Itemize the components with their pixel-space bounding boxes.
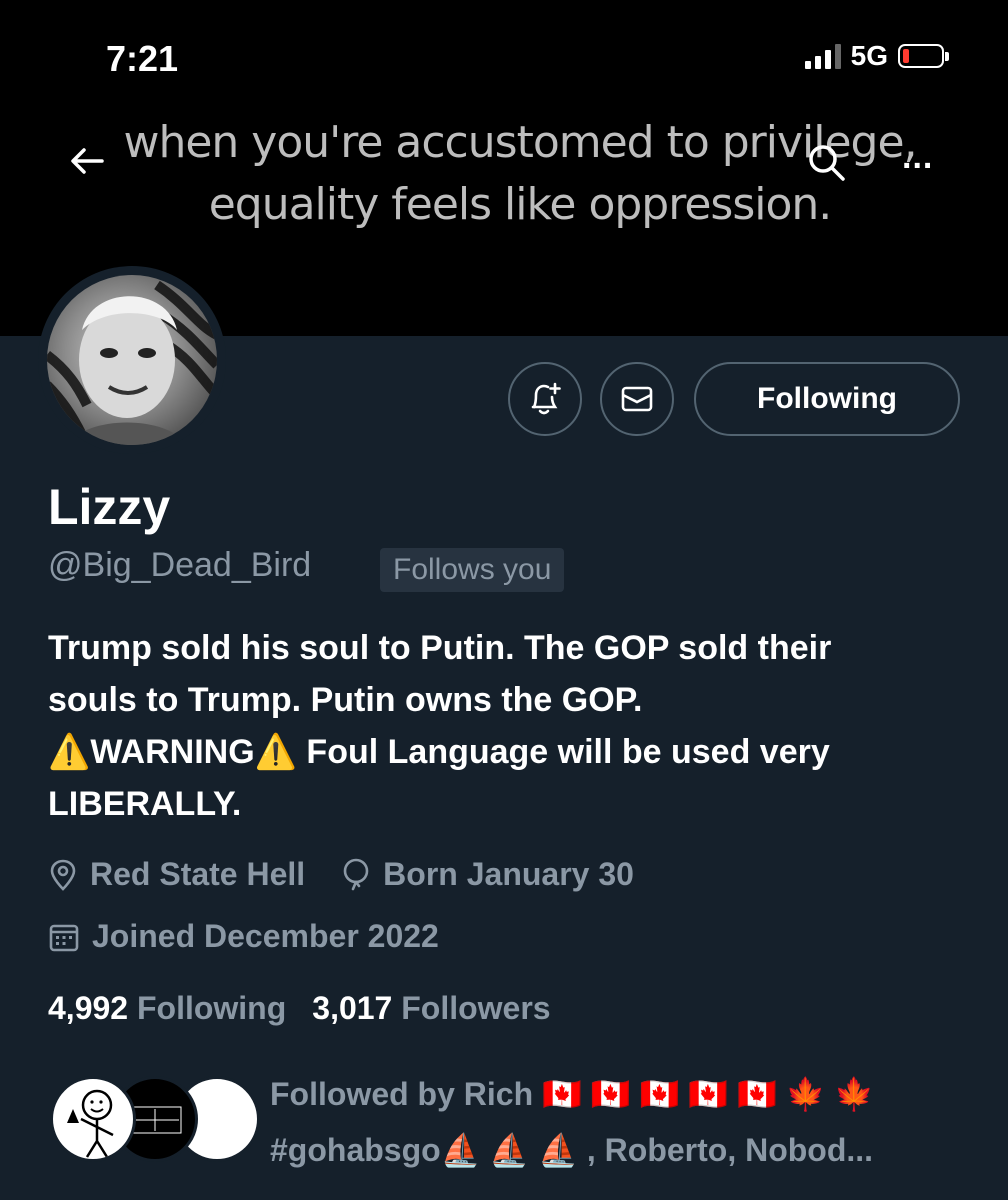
following-stat[interactable]: 4,992 Following bbox=[48, 990, 286, 1027]
notify-button[interactable] bbox=[508, 362, 582, 436]
banner-quote: when you're accustomed to privilege, equ… bbox=[120, 112, 920, 236]
profile-stats: 4,992 Following 3,017 Followers bbox=[48, 990, 551, 1027]
banner-quote-line1: when you're accustomed to privilege, bbox=[123, 117, 917, 168]
envelope-icon bbox=[621, 386, 653, 412]
joined-item: Joined December 2022 bbox=[48, 918, 439, 955]
search-icon bbox=[809, 145, 845, 181]
location-pin-icon bbox=[50, 859, 76, 891]
following-button[interactable]: Following bbox=[694, 362, 960, 436]
followed-by-line: Followed by Rich 🇨🇦 🇨🇦 🇨🇦 🇨🇦 🇨🇦 🍁 🍁 bbox=[270, 1076, 875, 1112]
bell-plus-icon bbox=[531, 382, 561, 415]
message-button[interactable] bbox=[600, 362, 674, 436]
profile-meta-row: Joined December 2022 bbox=[48, 918, 475, 955]
network-type: 5G bbox=[850, 40, 888, 71]
profile-name: Lizzy bbox=[48, 479, 171, 535]
signal-icon bbox=[804, 43, 841, 69]
followers-label: Followers bbox=[401, 990, 551, 1026]
status-time: 7:21 bbox=[106, 38, 179, 79]
banner-quote-line2: equality feels like oppression. bbox=[208, 179, 833, 230]
back-button[interactable] bbox=[64, 138, 110, 184]
location-text: Red State Hell bbox=[90, 856, 306, 892]
follows-you-badge: Follows you bbox=[380, 548, 565, 592]
following-label: Following bbox=[136, 990, 287, 1026]
bio-line: souls to Trump. Putin owns the GOP. bbox=[48, 681, 643, 719]
mutual-followers-avatars[interactable] bbox=[50, 1076, 260, 1162]
mutual-avatar bbox=[50, 1076, 136, 1162]
bio-line: LIBERALLY. bbox=[48, 785, 242, 823]
search-button[interactable] bbox=[806, 142, 848, 184]
avatar-image bbox=[47, 275, 217, 445]
location-item: Red State Hell bbox=[48, 856, 305, 893]
more-options-button[interactable]: ... bbox=[902, 138, 933, 177]
balloon-icon bbox=[343, 858, 369, 890]
followers-count: 3,017 bbox=[312, 990, 393, 1026]
birthday-item: Born January 30 bbox=[341, 856, 634, 893]
avatar[interactable] bbox=[38, 266, 226, 454]
followers-stat[interactable]: 3,017 Followers bbox=[312, 990, 550, 1027]
back-arrow-icon bbox=[71, 148, 104, 174]
profile-bio: Trump sold his soul to Putin. The GOP so… bbox=[48, 622, 978, 830]
followed-by-line: #gohabsgo⛵ ⛵ ⛵ , Roberto, Nobod... bbox=[270, 1132, 874, 1168]
profile-handle: @Big_Dead_Bird bbox=[48, 546, 312, 584]
profile-meta-row: Red State Hell Born January 30 bbox=[48, 856, 670, 893]
bio-line: Trump sold his soul to Putin. The GOP so… bbox=[48, 629, 832, 667]
bio-line: ⚠️WARNING⚠️ Foul Language will be used v… bbox=[48, 733, 830, 771]
followed-by-text[interactable]: Followed by Rich 🇨🇦 🇨🇦 🇨🇦 🇨🇦 🇨🇦 🍁 🍁 #goh… bbox=[270, 1066, 970, 1178]
battery-icon bbox=[898, 44, 949, 68]
joined-text: Joined December 2022 bbox=[92, 918, 439, 954]
status-indicators: 5G bbox=[804, 40, 949, 72]
birthday-text: Born January 30 bbox=[383, 856, 634, 892]
calendar-icon bbox=[49, 924, 79, 951]
following-count: 4,992 bbox=[48, 990, 129, 1026]
